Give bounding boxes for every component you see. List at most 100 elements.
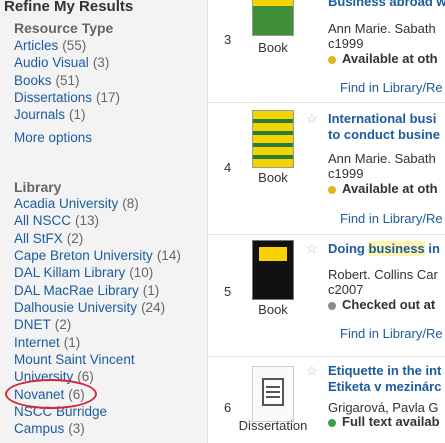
facet-label[interactable]: Cape Breton University (14, 248, 153, 263)
facet-count: (1) (63, 334, 81, 350)
star-icon[interactable]: ☆ (306, 241, 318, 257)
facet-item[interactable]: Dalhousie University (24) (14, 299, 181, 316)
facet-item[interactable]: NSCC Burridge (14, 403, 181, 420)
result-title[interactable]: Doing business in (328, 241, 445, 257)
resource-type-label: Book (258, 302, 288, 317)
title-prefix[interactable]: Doing (328, 241, 368, 256)
facet-count: (14) (156, 247, 181, 263)
facet-count: (51) (55, 72, 80, 88)
facet-count: (10) (129, 265, 154, 281)
facet-item[interactable]: DNET (2) (14, 316, 181, 333)
result-number: 3 (224, 32, 232, 47)
book-cover-thumbnail[interactable] (252, 240, 294, 300)
result-number: 6 (224, 400, 232, 415)
facet-count: (13) (75, 213, 100, 229)
facet-count: (1) (142, 282, 160, 298)
availability-text: Checked out at (342, 297, 436, 312)
facet-label[interactable]: Internet (14, 335, 60, 350)
result-author: Ann Marie. Sabath (328, 21, 436, 36)
result-item[interactable]: 4 Book ☆ International busi to conduct b… (208, 102, 445, 235)
facet-item[interactable]: Books (51) (14, 72, 120, 89)
facet-label[interactable]: All NSCC (14, 213, 71, 228)
facet-label[interactable]: DNET (14, 317, 51, 332)
facet-count: (17) (96, 89, 121, 105)
facet-count: (6) (77, 369, 94, 385)
facet-item[interactable]: Internet (1) (14, 334, 181, 351)
availability-status: Available at oth (328, 51, 438, 66)
facet-label[interactable]: All StFX (14, 231, 63, 246)
book-cover-thumbnail[interactable] (252, 0, 294, 36)
facet-count: (8) (122, 196, 139, 211)
result-number: 5 (224, 284, 232, 299)
title-line[interactable]: Etiquette in the int (328, 363, 445, 379)
refine-title: Refine My Results (4, 0, 134, 15)
library-heading: Library (14, 179, 62, 195)
star-icon[interactable]: ☆ (306, 363, 318, 379)
availability-dot-icon (328, 301, 336, 310)
result-title[interactable]: Etiquette in the int Etiketa v mezinárc (328, 363, 445, 395)
availability-dot-icon (328, 418, 336, 427)
result-author: Ann Marie. Sabath (328, 151, 436, 166)
result-title[interactable]: International busi to conduct busine (328, 111, 445, 143)
find-in-library-link[interactable]: Find in Library/Re (340, 326, 443, 341)
facet-item[interactable]: University (6) (14, 368, 181, 385)
book-cover-thumbnail[interactable] (252, 110, 294, 168)
star-icon[interactable]: ☆ (306, 111, 318, 127)
result-title[interactable]: Business abroad w (328, 0, 445, 10)
title-line[interactable]: to conduct busine (328, 127, 445, 143)
facet-label[interactable]: Acadia University (14, 196, 118, 211)
facet-label[interactable]: Dissertations (14, 90, 92, 105)
title-suffix[interactable]: in (425, 241, 440, 256)
refine-sidebar: Refine My Results Resource Type Articles… (0, 0, 208, 443)
facet-item[interactable]: Cape Breton University (14) (14, 247, 181, 264)
facet-item[interactable]: Acadia University (8) (14, 195, 181, 212)
facet-item[interactable]: Campus (3) (14, 420, 181, 437)
facet-item[interactable]: DAL Killam Library (10) (14, 264, 181, 281)
facet-item[interactable]: All NSCC (13) (14, 212, 181, 229)
result-item[interactable]: 6 Dissertation ☆ Etiquette in the int Et… (208, 356, 445, 443)
availability-text: Available at oth (342, 51, 438, 66)
availability-text: Full text availab (342, 414, 440, 429)
facet-label[interactable]: DAL MacRae Library (14, 283, 139, 298)
availability-dot-icon (328, 55, 336, 64)
facet-count: (3) (92, 55, 110, 71)
facet-count: (6) (68, 386, 85, 402)
facet-label[interactable]: Articles (14, 38, 58, 53)
facet-count: (55) (62, 38, 87, 53)
facet-label[interactable]: Dalhousie University (14, 300, 137, 315)
facet-label[interactable]: Mount Saint Vincent (14, 352, 135, 367)
document-icon[interactable] (252, 366, 294, 422)
result-item[interactable]: 3 Book Business abroad w Ann Marie. Saba… (208, 0, 445, 103)
result-date: c2007 (328, 282, 364, 297)
find-in-library-link[interactable]: Find in Library/Re (340, 80, 443, 95)
title-line[interactable]: International busi (328, 111, 445, 127)
facet-item[interactable]: Mount Saint Vincent (14, 351, 181, 368)
facet-label[interactable]: Novanet (14, 387, 64, 402)
facet-item[interactable]: Novanet (6) (14, 386, 181, 403)
availability-status: Available at oth (328, 181, 438, 196)
facet-label[interactable]: Audio Visual (14, 55, 89, 70)
facet-count: (2) (54, 317, 72, 333)
facet-item[interactable]: Dissertations (17) (14, 89, 120, 106)
result-number: 4 (224, 160, 232, 175)
facet-label[interactable]: University (14, 369, 73, 384)
result-item[interactable]: 5 Book ☆ Doing business in Robert. Colli… (208, 234, 445, 357)
facet-item[interactable]: Journals (1) (14, 106, 120, 123)
facet-item[interactable]: DAL MacRae Library (1) (14, 282, 181, 299)
facet-label[interactable]: DAL Killam Library (14, 265, 125, 280)
results-list: 3 Book Business abroad w Ann Marie. Saba… (208, 0, 445, 443)
title-highlight[interactable]: business (368, 241, 425, 256)
find-in-library-link[interactable]: Find in Library/Re (340, 211, 443, 226)
facet-label[interactable]: NSCC Burridge (14, 404, 107, 419)
facet-item[interactable]: Articles (55) (14, 37, 120, 54)
facet-item[interactable]: Audio Visual (3) (14, 54, 120, 71)
facet-label[interactable]: Books (14, 73, 52, 88)
facet-label[interactable]: Campus (14, 421, 64, 436)
resource-type-label: Book (258, 40, 288, 55)
title-line[interactable]: Business abroad w (328, 0, 445, 9)
title-line[interactable]: Etiketa v mezinárc (328, 379, 445, 395)
facet-item[interactable]: All StFX (2) (14, 230, 181, 247)
more-options-link[interactable]: More options (14, 130, 92, 145)
facet-label[interactable]: Journals (14, 107, 65, 122)
facet-count: (24) (141, 299, 166, 315)
